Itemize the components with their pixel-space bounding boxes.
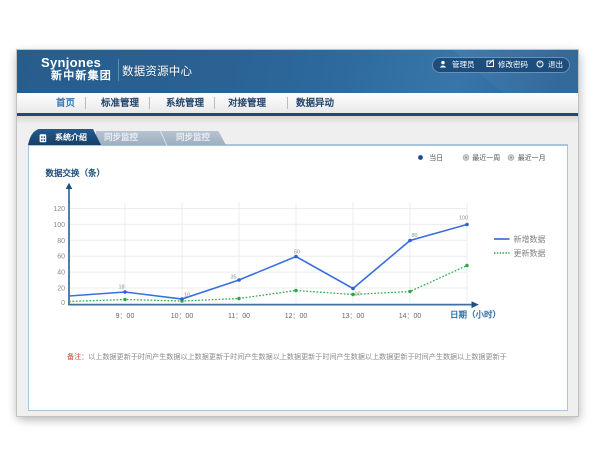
svg-text:60: 60 (294, 250, 300, 256)
svg-text:100: 100 (53, 222, 65, 229)
svg-text:0: 0 (61, 300, 65, 307)
svg-text:最近一月: 最近一月 (518, 153, 546, 162)
svg-text:60: 60 (57, 254, 65, 261)
svg-text:35: 35 (231, 275, 237, 281)
svg-text:9：00: 9：00 (116, 313, 135, 320)
svg-text:40: 40 (57, 270, 65, 277)
svg-text:18: 18 (119, 285, 125, 291)
svg-text:11：00: 11：00 (228, 313, 250, 320)
svg-text:80: 80 (57, 238, 65, 245)
svg-text:数据交换（条）: 数据交换（条） (46, 168, 106, 178)
svg-text:14：00: 14：00 (399, 313, 422, 320)
svg-text:20: 20 (57, 286, 65, 293)
svg-text:更新数据: 更新数据 (514, 248, 546, 258)
svg-text:日期（小时）: 日期（小时） (450, 310, 501, 320)
svg-text:最近一周: 最近一周 (472, 153, 500, 162)
svg-text:12：00: 12：00 (285, 313, 308, 320)
svg-text:120: 120 (53, 206, 65, 213)
svg-text:80: 80 (412, 233, 418, 239)
svg-text:新增数据: 新增数据 (514, 234, 546, 244)
svg-text:13：00: 13：00 (342, 313, 365, 320)
svg-text:10: 10 (355, 292, 361, 298)
svg-text:10: 10 (184, 293, 190, 299)
svg-text:100: 100 (459, 216, 468, 222)
svg-text:当日: 当日 (429, 153, 443, 162)
svg-text:10：00: 10：00 (171, 313, 194, 320)
